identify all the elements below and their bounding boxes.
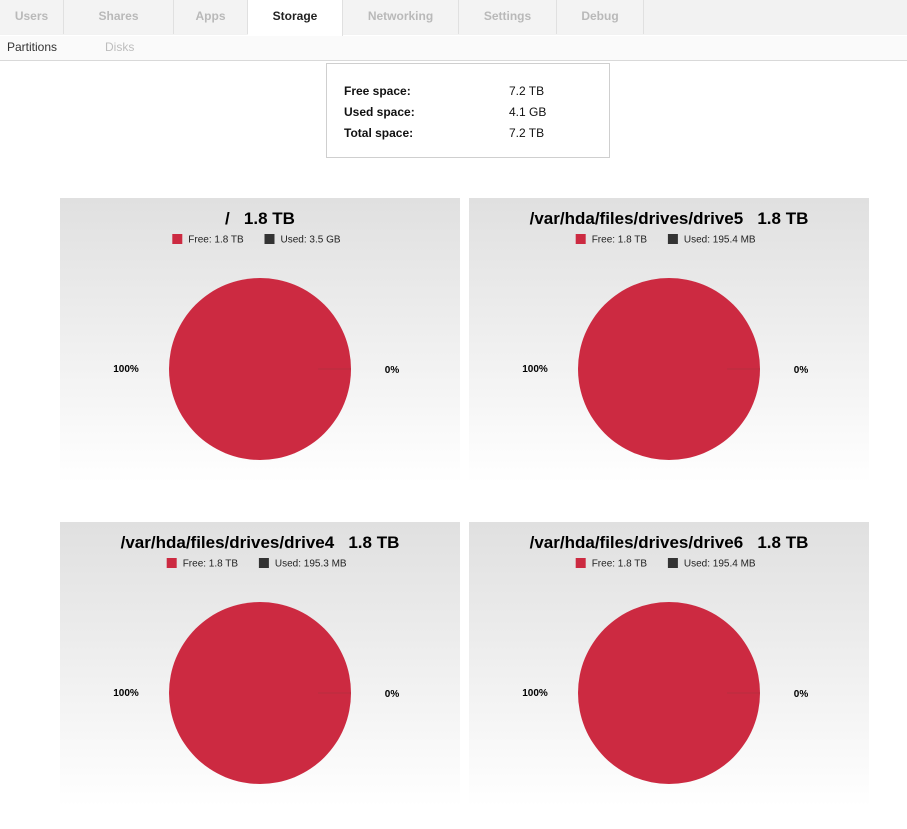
storage-summary: Free space: 7.2 TB Used space: 4.1 GB To…: [326, 63, 610, 158]
slice-label-used: 0%: [794, 365, 809, 376]
legend-swatch-free: [172, 234, 183, 244]
tab-apps[interactable]: Apps: [174, 0, 248, 34]
chart-title: /var/hda/files/drives/drive4 1.8 TB: [121, 533, 400, 552]
slice-label-used: 0%: [794, 689, 809, 700]
free-space-label: Free space:: [344, 84, 411, 98]
chart-legend: Free: 1.8 TB Used: 195.4 MB: [575, 234, 756, 246]
slice-label-free: 100%: [113, 364, 139, 375]
pie-chart: /var/hda/files/drives/drive4 1.8 TB Free:…: [113, 533, 400, 784]
subtab-disks[interactable]: Disks: [105, 40, 134, 54]
pie-chart: /var/hda/files/drives/drive6 1.8 TB Free:…: [522, 533, 809, 784]
used-space-value: 4.1 GB: [509, 105, 547, 119]
legend-label-free: Free: 1.8 TB: [592, 235, 648, 246]
tab-storage[interactable]: Storage: [248, 0, 343, 36]
chart-title: / 1.8 TB: [225, 209, 295, 228]
total-space-label: Total space:: [344, 126, 414, 140]
legend-label-used: Used: 195.4 MB: [684, 559, 756, 570]
legend-swatch-used: [667, 234, 678, 244]
legend-label-used: Used: 195.3 MB: [275, 559, 347, 570]
chart-title: /var/hda/files/drives/drive6 1.8 TB: [530, 533, 809, 552]
legend-label-free: Free: 1.8 TB: [592, 559, 648, 570]
free-space-value: 7.2 TB: [509, 84, 545, 98]
legend-label-free: Free: 1.8 TB: [183, 559, 239, 570]
tab-networking[interactable]: Networking: [343, 0, 459, 34]
chart-title: /var/hda/files/drives/drive5 1.8 TB: [530, 209, 809, 228]
legend-label-used: Used: 195.4 MB: [684, 235, 756, 246]
used-space-label: Used space:: [344, 105, 415, 119]
legend-swatch-free: [166, 558, 177, 568]
tab-settings[interactable]: Settings: [459, 0, 557, 34]
legend-swatch-free: [575, 234, 586, 244]
sub-nav: Partitions Disks: [0, 36, 907, 61]
legend-swatch-used: [258, 558, 269, 568]
legend-swatch-free: [575, 558, 586, 568]
partition-chart-drive5: /var/hda/files/drives/drive5 1.8 TB Free:…: [469, 198, 869, 483]
chart-legend: Free: 1.8 TB Used: 3.5 GB: [172, 234, 341, 246]
tab-debug[interactable]: Debug: [557, 0, 644, 34]
pie-chart: / 1.8 TB Free: 1.8 TB Used: 3.5 GB 100% 0%: [113, 209, 400, 460]
partition-chart-root: / 1.8 TB Free: 1.8 TB Used: 3.5 GB 100% 0%: [60, 198, 460, 483]
total-space-value: 7.2 TB: [509, 126, 545, 140]
legend-label-free: Free: 1.8 TB: [188, 235, 244, 246]
pie-chart: /var/hda/files/drives/drive5 1.8 TB Free:…: [522, 209, 809, 460]
slice-label-used: 0%: [385, 365, 400, 376]
legend-swatch-used: [667, 558, 678, 568]
legend-label-used: Used: 3.5 GB: [281, 235, 341, 246]
chart-legend: Free: 1.8 TB Used: 195.3 MB: [166, 558, 347, 570]
slice-label-free: 100%: [522, 364, 548, 375]
slice-label-used: 0%: [385, 689, 400, 700]
partition-chart-drive4: /var/hda/files/drives/drive4 1.8 TB Free:…: [60, 522, 460, 807]
slice-label-free: 100%: [113, 688, 139, 699]
partition-chart-drive6: /var/hda/files/drives/drive6 1.8 TB Free:…: [469, 522, 869, 807]
slice-label-free: 100%: [522, 688, 548, 699]
subtab-partitions[interactable]: Partitions: [7, 40, 57, 54]
tab-users[interactable]: Users: [0, 0, 64, 34]
tab-shares[interactable]: Shares: [64, 0, 174, 34]
chart-legend: Free: 1.8 TB Used: 195.4 MB: [575, 558, 756, 570]
main-tab-bar: Users Shares Apps Storage Networking Set…: [0, 0, 907, 36]
legend-swatch-used: [264, 234, 275, 244]
